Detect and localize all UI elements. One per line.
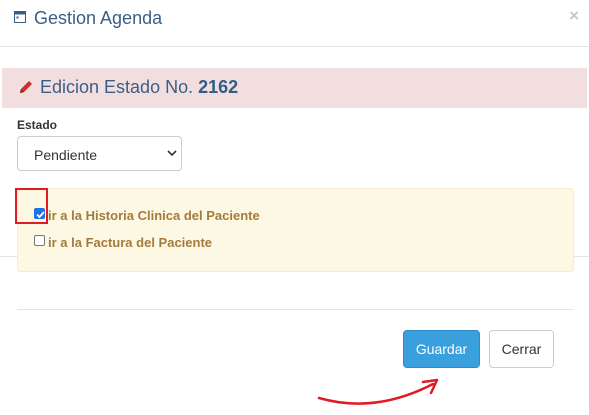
pencil-icon <box>20 81 32 93</box>
divider-right <box>574 256 589 257</box>
factura-label[interactable]: ir a la Factura del Paciente <box>48 235 212 250</box>
save-button[interactable]: Guardar <box>403 330 480 368</box>
window-icon <box>14 11 26 23</box>
annotation-highlight-box <box>15 188 48 224</box>
close-button[interactable]: Cerrar <box>489 330 554 368</box>
historia-label[interactable]: ir a la Historia Clinica del Paciente <box>48 208 260 223</box>
footer-divider <box>17 309 574 310</box>
factura-checkbox[interactable] <box>34 235 45 246</box>
modal-title: Gestion Agenda <box>34 8 163 28</box>
modal-header: Gestion Agenda × <box>0 0 589 47</box>
annotation-arrow-icon <box>317 378 439 405</box>
close-icon[interactable]: × <box>569 6 579 26</box>
record-number: 2162 <box>198 77 239 97</box>
section-title: Edicion Estado No. 2162 <box>40 77 238 98</box>
estado-label: Estado <box>17 118 58 132</box>
estado-select[interactable]: Pendiente <box>17 136 182 171</box>
chevron-down-icon <box>167 150 177 157</box>
divider-left <box>0 256 17 257</box>
options-panel <box>17 188 574 272</box>
modal-dialog: Gestion Agenda × Edicion Estado No. 2162… <box>0 0 589 415</box>
section-title-prefix: Edicion Estado No. <box>40 77 194 97</box>
estado-select-value: Pendiente <box>34 147 98 163</box>
